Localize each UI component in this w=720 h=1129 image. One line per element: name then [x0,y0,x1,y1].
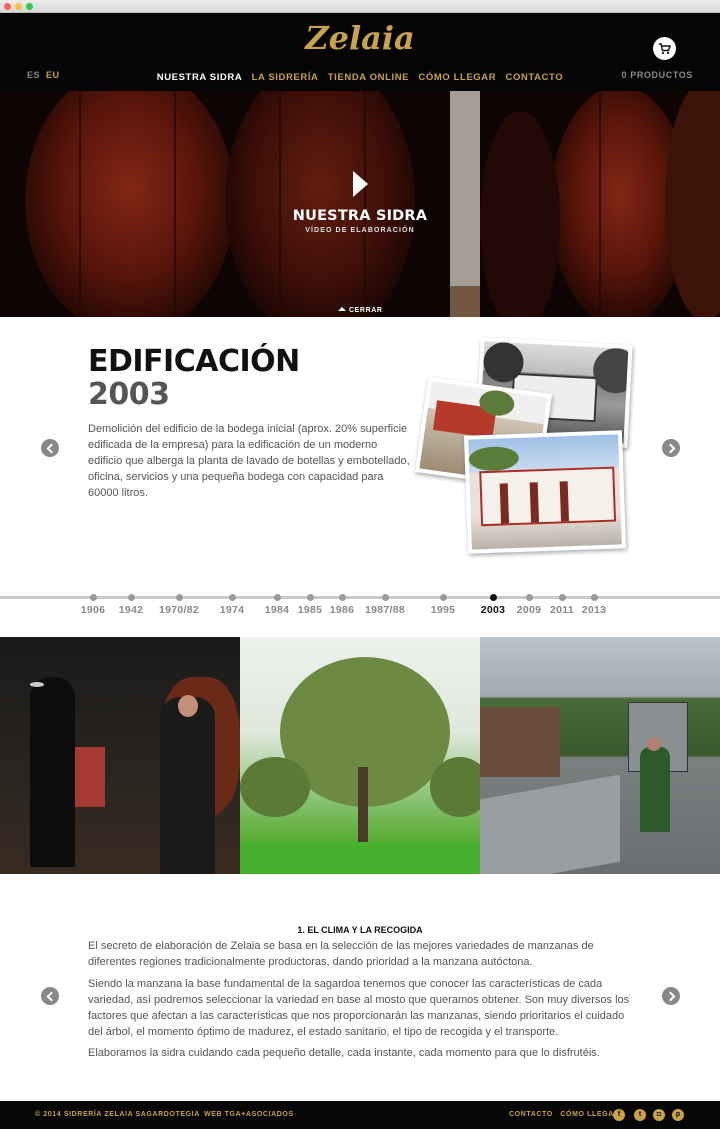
hero-background [0,91,720,317]
close-video-button[interactable]: CERRAR [338,307,383,314]
nav-tienda-online[interactable]: TIENDA ONLINE [328,72,409,83]
hero-subtitle: VÍDEO DE ELABORACIÓN [305,227,415,234]
process-paragraph-1: El secreto de elaboración de Zelaia se b… [88,940,594,968]
timeline-dot[interactable] [274,594,281,601]
nav-nuestra-sidra[interactable]: NUESTRA SIDRA [157,72,243,83]
timeline-year[interactable]: 1986 [330,604,355,616]
pinterest-icon[interactable]: p [672,1109,684,1121]
timeline-dot[interactable] [559,594,566,601]
process-prev-button[interactable] [41,987,59,1005]
main-nav: NUESTRA SIDRA LA SIDRERÍA TIENDA ONLINE … [0,72,720,83]
window-zoom-button[interactable] [26,3,33,10]
process-paragraph-2: Siendo la manzana la base fundamental de… [88,978,630,1038]
gallery-photo-orchard[interactable] [240,637,480,874]
nav-contacto[interactable]: CONTACTO [505,72,563,83]
gallery-photo-transport[interactable] [480,637,720,874]
gallery-photo-people[interactable] [0,637,240,874]
play-icon[interactable] [353,171,368,197]
timeline-year[interactable]: 1984 [265,604,290,616]
timeline-dot[interactable] [526,594,533,601]
history-prev-button[interactable] [41,439,59,457]
timeline-year[interactable]: 2013 [582,604,607,616]
process-paragraph-3: Elaboramos la sidra cuidando cada pequeñ… [88,1047,600,1059]
timeline-dot[interactable] [339,594,346,601]
timeline-year[interactable]: 1942 [119,604,144,616]
process-heading: 1. EL CLIMA Y LA RECOGIDA [297,925,423,935]
site-header: Zelaia ES EU NUESTRA SIDRA LA SIDRERÍA T… [0,13,720,91]
site-footer: © 2014 SIDRERÍA ZELAIA SAGARDOTEGIA WEB … [0,1101,720,1129]
timeline-dot[interactable] [490,594,497,601]
history-title: EDIFICACIÓN [88,344,300,379]
window-minimize-button[interactable] [15,3,22,10]
twitter-icon[interactable]: t [634,1109,646,1121]
facebook-icon[interactable]: f [613,1109,625,1121]
timeline-year[interactable]: 1970/82 [159,604,199,616]
timeline-year[interactable]: 1985 [298,604,323,616]
timeline-dot[interactable] [90,594,97,601]
timeline-year[interactable]: 2009 [517,604,542,616]
timeline-year[interactable]: 2003 [481,604,506,616]
footer-web-credit[interactable]: WEB TGA+ASOCIADOS [204,1111,294,1118]
instagram-icon[interactable]: ◘ [653,1109,665,1121]
window-close-button[interactable] [4,3,11,10]
timeline-dot[interactable] [229,594,236,601]
footer-links: CONTACTO CÓMO LLEGAR [509,1111,624,1118]
history-text: Demolición del edificio de la bodega ini… [88,423,410,499]
timeline-year[interactable]: 1974 [220,604,245,616]
hero-title: NUESTRA SIDRA [292,208,428,224]
window-titlebar [0,0,720,13]
site-logo[interactable]: Zelaia [0,19,720,57]
timeline-year[interactable]: 1906 [81,604,106,616]
cart-button[interactable] [653,37,676,60]
footer-contacto-link[interactable]: CONTACTO [509,1111,553,1118]
history-next-button[interactable] [662,439,680,457]
history-photo-building [463,430,627,554]
timeline-dot[interactable] [440,594,447,601]
process-next-button[interactable] [662,987,680,1005]
timeline-year[interactable]: 1995 [431,604,456,616]
timeline-dot[interactable] [591,594,598,601]
timeline-dot[interactable] [382,594,389,601]
history-year: 2003 [88,377,170,412]
timeline-track [0,596,720,599]
timeline-dot[interactable] [176,594,183,601]
cart-count[interactable]: 0 PRODUCTOS [622,70,693,80]
footer-copyright: © 2014 SIDRERÍA ZELAIA SAGARDOTEGIA [35,1111,200,1118]
cart-icon [659,43,671,55]
footer-como-llegar-link[interactable]: CÓMO LLEGAR [560,1111,619,1118]
hero-video[interactable]: NUESTRA SIDRA VÍDEO DE ELABORACIÓN CERRA… [0,91,720,317]
timeline-year[interactable]: 2011 [550,604,574,616]
timeline-year[interactable]: 1987/88 [365,604,405,616]
timeline-dot[interactable] [307,594,314,601]
nav-la-sidreria[interactable]: LA SIDRERÍA [252,72,319,83]
nav-como-llegar[interactable]: CÓMO LLEGAR [418,72,496,83]
timeline-dot[interactable] [128,594,135,601]
